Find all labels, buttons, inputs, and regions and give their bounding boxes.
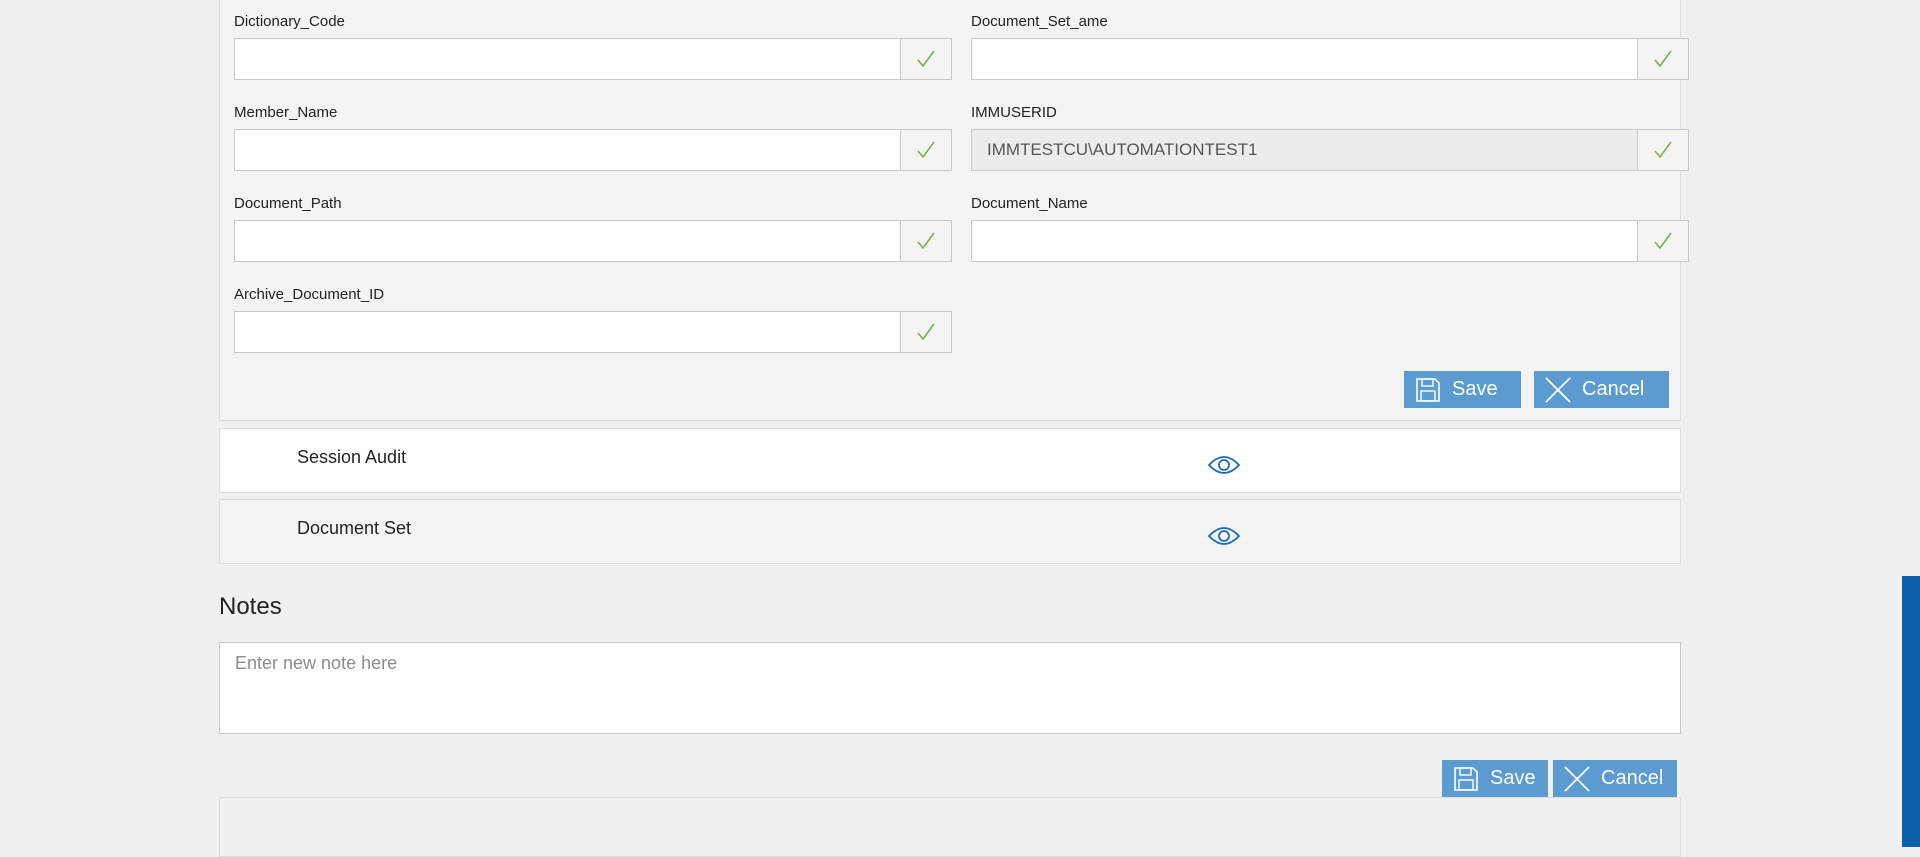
checkmark-icon[interactable]	[900, 39, 951, 79]
notes-cancel-button[interactable]: Cancel	[1553, 760, 1677, 797]
input-group	[971, 38, 1689, 80]
form-cancel-button[interactable]: Cancel	[1534, 371, 1669, 408]
input-group	[234, 311, 952, 353]
eye-icon[interactable]	[1207, 526, 1241, 546]
close-icon	[1544, 376, 1572, 404]
document-set-name-input[interactable]	[972, 39, 1637, 79]
archive-document-id-input[interactable]	[235, 312, 900, 352]
input-group	[971, 220, 1689, 262]
record-form-panel: Dictionary_Code Document_Set_ame Member_…	[219, 0, 1689, 421]
save-icon	[1452, 765, 1480, 793]
scrollbar-thumb[interactable]	[1902, 576, 1920, 847]
new-note-textarea[interactable]	[219, 642, 1681, 734]
input-group	[234, 220, 952, 262]
save-icon	[1414, 376, 1442, 404]
section-document-set[interactable]: Document Set	[219, 499, 1681, 564]
document-path-input[interactable]	[235, 221, 900, 261]
close-icon	[1563, 765, 1591, 793]
input-group	[234, 129, 952, 171]
field-label: Document_Name	[971, 195, 1088, 212]
section-title: Session Audit	[297, 447, 407, 467]
section-title: Document Set	[297, 518, 412, 538]
field-label: Document_Set_ame	[971, 13, 1108, 30]
field-label: IMMUSERID	[971, 104, 1057, 121]
immuserid-input[interactable]	[972, 130, 1637, 170]
checkmark-icon[interactable]	[1637, 130, 1688, 170]
checkmark-icon[interactable]	[900, 221, 951, 261]
field-label: Member_Name	[234, 104, 338, 121]
bottom-panel	[219, 797, 1681, 857]
field-label: Archive_Document_ID	[234, 286, 385, 303]
notes-save-button[interactable]: Save	[1442, 760, 1548, 797]
field-label: Dictionary_Code	[234, 13, 345, 30]
document-name-input[interactable]	[972, 221, 1637, 261]
eye-icon[interactable]	[1207, 455, 1241, 475]
field-label: Document_Path	[234, 195, 342, 212]
notes-heading: Notes	[219, 593, 282, 620]
checkmark-icon[interactable]	[900, 130, 951, 170]
form-save-button[interactable]: Save	[1404, 371, 1521, 408]
checkmark-icon[interactable]	[1637, 221, 1688, 261]
cancel-label: Cancel	[1582, 378, 1645, 400]
input-group	[971, 129, 1689, 171]
save-label: Save	[1490, 767, 1536, 789]
dictionary-code-input[interactable]	[235, 39, 900, 79]
input-group	[234, 38, 952, 80]
save-label: Save	[1452, 378, 1498, 400]
checkmark-icon[interactable]	[900, 312, 951, 352]
cancel-label: Cancel	[1601, 767, 1664, 789]
section-session-audit[interactable]: Session Audit	[219, 428, 1681, 493]
checkmark-icon[interactable]	[1637, 39, 1688, 79]
member-name-input[interactable]	[235, 130, 900, 170]
